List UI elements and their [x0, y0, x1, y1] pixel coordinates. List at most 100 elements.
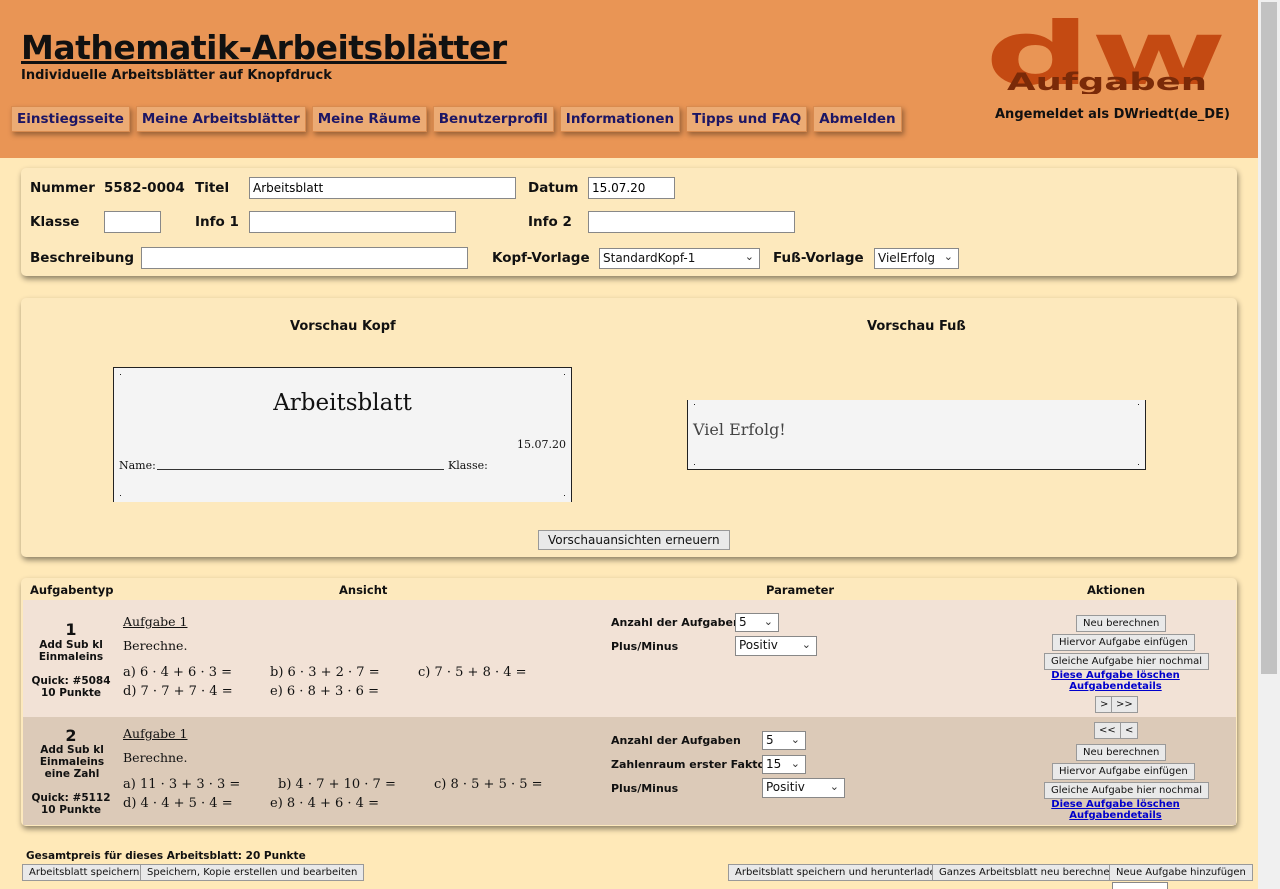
col-header-aufgabentyp: Aufgabentyp — [30, 583, 114, 597]
nav-meine-arbeitsblaetter[interactable]: Meine Arbeitsblätter — [135, 106, 306, 132]
kopf-vorlage-select[interactable]: StandardKopf-1 ⌄ — [599, 248, 760, 269]
save-worksheet-button[interactable]: Arbeitsblatt speichern — [22, 864, 147, 881]
param-anzahl-select[interactable]: 5 ⌄ — [735, 613, 779, 632]
task-instruction: Berechne. — [123, 638, 188, 653]
info2-label: Info 2 — [528, 214, 572, 230]
task-type: Add Sub kl Einmaleins eine Zahl — [39, 744, 105, 780]
param-value: 5 — [739, 615, 747, 629]
site-title: Mathematik-Arbeitsblätter — [21, 28, 507, 67]
main-nav: Einstiegsseite Meine Arbeitsblätter Mein… — [11, 106, 902, 132]
move-last-button[interactable]: >> — [1111, 696, 1138, 713]
refresh-previews-button[interactable]: Vorschauansichten erneuern — [538, 530, 730, 550]
beschreibung-label: Beschreibung — [30, 250, 135, 266]
duplicate-task-button[interactable]: Gleiche Aufgabe hier nochmal — [1044, 653, 1209, 670]
param-label: Plus/Minus — [611, 640, 679, 653]
fuss-vorlage-select[interactable]: VielErfolg ⌄ — [874, 248, 959, 269]
login-status: Angemeldet als DWriedt(de_DE) — [995, 107, 1230, 122]
exercise: d) 4 · 4 + 5 · 4 = — [123, 796, 233, 811]
info2-input[interactable] — [588, 211, 795, 233]
exercise: a) 6 · 4 + 6 · 3 = — [123, 665, 233, 680]
insert-before-button[interactable]: Hiervor Aufgabe einfügen — [1052, 763, 1195, 780]
task-heading: Aufgabe 1 — [123, 726, 188, 741]
task-points: 10 Punkte — [40, 804, 102, 816]
klasse-input[interactable] — [104, 211, 161, 233]
recalc-all-button[interactable]: Ganzes Arbeitsblatt neu berechnen — [932, 864, 1123, 881]
info1-label: Info 1 — [195, 214, 239, 230]
param-value: Positiv — [766, 780, 805, 794]
task-quick-id: Quick: #5084 — [31, 675, 111, 687]
chevron-down-icon: ⌄ — [829, 780, 839, 793]
partial-input[interactable] — [1112, 882, 1168, 889]
exercise: b) 4 · 7 + 10 · 7 = — [278, 777, 396, 792]
param-zahlenraum-select[interactable]: 15 ⌄ — [762, 755, 806, 774]
titel-label: Titel — [195, 180, 230, 196]
exercise: b) 6 · 3 + 2 · 7 = — [270, 665, 380, 680]
delete-task-link[interactable]: Diese Aufgabe löschen — [1042, 799, 1189, 810]
insert-before-button[interactable]: Hiervor Aufgabe einfügen — [1052, 634, 1195, 651]
page-header: Mathematik-Arbeitsblätter Individuelle A… — [0, 0, 1258, 158]
nav-informationen[interactable]: Informationen — [559, 106, 681, 132]
preview-name-line — [157, 469, 444, 470]
move-up-button[interactable]: < — [1120, 722, 1139, 739]
chevron-down-icon: ⌄ — [744, 250, 754, 263]
datum-input[interactable] — [588, 177, 675, 199]
move-first-button[interactable]: << — [1094, 722, 1121, 739]
duplicate-task-button[interactable]: Gleiche Aufgabe hier nochmal — [1044, 782, 1209, 799]
task-instruction: Berechne. — [123, 750, 188, 765]
fuss-vorlage-label: Fuß-Vorlage — [773, 250, 864, 266]
nummer-label: Nummer — [30, 180, 95, 196]
chevron-down-icon: ⌄ — [763, 615, 773, 628]
nav-meine-raeume[interactable]: Meine Räume — [311, 106, 427, 132]
info1-input[interactable] — [249, 211, 456, 233]
nav-abmelden[interactable]: Abmelden — [813, 106, 902, 132]
scrollbar-thumb[interactable] — [1261, 2, 1277, 674]
exercise: e) 6 · 8 + 3 · 6 = — [270, 684, 379, 699]
kopf-vorlage-value: StandardKopf-1 — [603, 251, 696, 265]
task-heading: Aufgabe 1 — [123, 614, 188, 629]
add-task-button[interactable]: Neue Aufgabe hinzufügen — [1109, 864, 1253, 881]
param-anzahl-select[interactable]: 5 ⌄ — [762, 731, 806, 750]
exercise: c) 7 · 5 + 8 · 4 = — [418, 665, 527, 680]
nav-tipps-faq[interactable]: Tipps und FAQ — [686, 106, 808, 132]
worksheet-meta-panel: Nummer 5582-0004 Titel Datum Klasse Info… — [21, 168, 1237, 276]
task-row-1: 1 Add Sub kl Einmaleins Quick: #5084 10 … — [23, 600, 1236, 717]
site-subtitle: Individuelle Arbeitsblätter auf Knopfdru… — [21, 68, 332, 83]
task-details-link[interactable]: Aufgabendetails — [1042, 810, 1189, 821]
exercise: e) 8 · 4 + 6 · 4 = — [270, 796, 379, 811]
param-label: Zahlenraum erster Faktor — [611, 758, 771, 771]
chevron-down-icon: ⌄ — [801, 638, 811, 651]
preview-date: 15.07.20 — [517, 438, 566, 451]
param-value: 5 — [766, 733, 774, 747]
nav-einstiegsseite[interactable]: Einstiegsseite — [11, 106, 130, 132]
save-download-button[interactable]: Arbeitsblatt speichern und herunterladen — [728, 864, 949, 881]
task-type: Add Sub kl Einmaleins — [38, 639, 104, 663]
recalc-button[interactable]: Neu berechnen — [1076, 744, 1167, 761]
nummer-value: 5582-0004 — [104, 180, 185, 196]
preview-kopf-title: Vorschau Kopf — [290, 319, 396, 334]
preview-heading: Arbeitsblatt — [273, 390, 412, 416]
param-label: Anzahl der Aufgaben — [611, 734, 741, 747]
nav-benutzerprofil[interactable]: Benutzerprofil — [432, 106, 554, 132]
kopf-vorlage-label: Kopf-Vorlage — [492, 250, 590, 266]
fuss-vorlage-value: VielErfolg — [878, 251, 936, 265]
param-plusminus-select[interactable]: Positiv ⌄ — [735, 636, 817, 656]
preview-footer-text: Viel Erfolg! — [693, 420, 786, 439]
footer-preview: Viel Erfolg! — [687, 400, 1146, 470]
col-header-parameter: Parameter — [766, 583, 835, 597]
recalc-button[interactable]: Neu berechnen — [1076, 615, 1167, 632]
delete-task-link[interactable]: Diese Aufgabe löschen — [1042, 670, 1189, 681]
task-row-2: 2 Add Sub kl Einmaleins eine Zahl Quick:… — [23, 717, 1236, 825]
svg-text:Aufgaben: Aufgaben — [1007, 68, 1207, 94]
chevron-down-icon: ⌄ — [943, 250, 953, 263]
preview-panel: Vorschau Kopf Vorschau Fuß Arbeitsblatt … — [21, 298, 1237, 557]
col-header-aktionen: Aktionen — [1087, 583, 1146, 597]
save-copy-edit-button[interactable]: Speichern, Kopie erstellen und bearbeite… — [140, 864, 365, 881]
klasse-label: Klasse — [30, 214, 80, 230]
titel-input[interactable] — [249, 177, 516, 199]
total-price: Gesamtpreis für dieses Arbeitsblatt: 20 … — [26, 850, 306, 862]
preview-klasse-label: Klasse: — [448, 459, 488, 472]
beschreibung-input[interactable] — [141, 247, 468, 269]
exercise: a) 11 · 3 + 3 · 3 = — [123, 777, 241, 792]
task-details-link[interactable]: Aufgabendetails — [1042, 681, 1189, 692]
param-plusminus-select[interactable]: Positiv ⌄ — [762, 778, 845, 798]
